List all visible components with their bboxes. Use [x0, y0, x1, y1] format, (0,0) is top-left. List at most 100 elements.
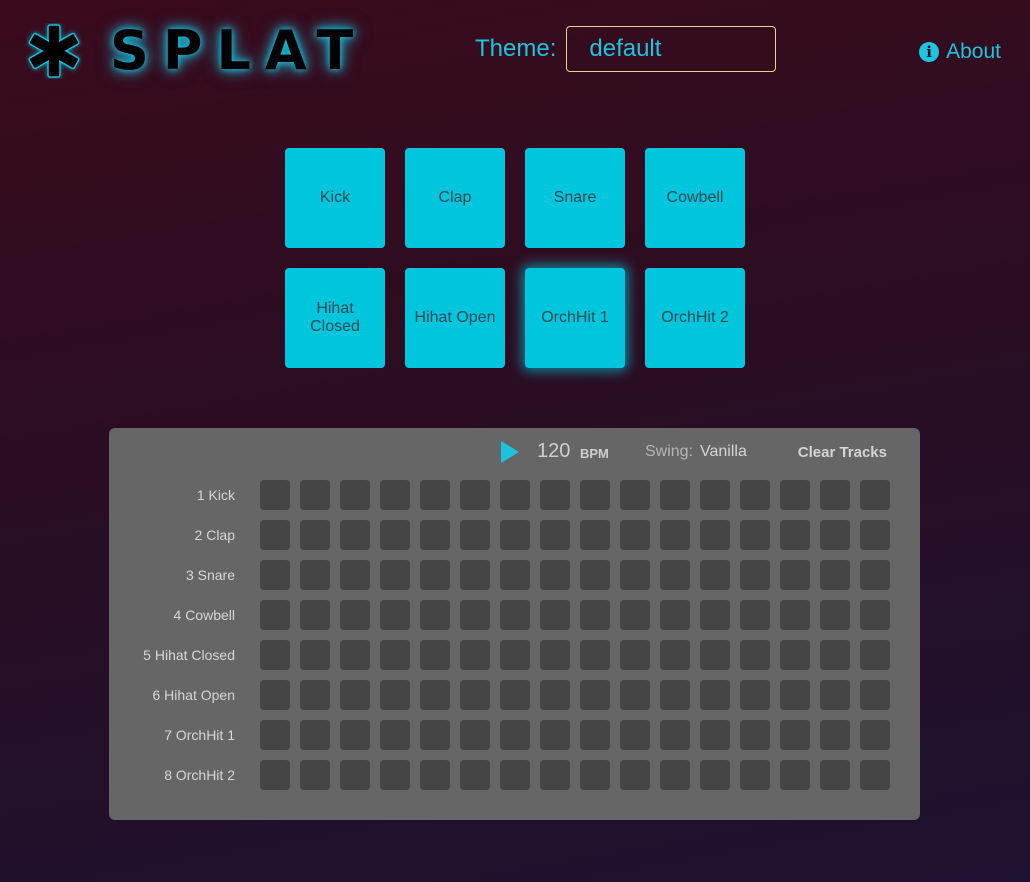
step-button[interactable]	[860, 600, 890, 630]
step-button[interactable]	[340, 480, 370, 510]
step-button[interactable]	[460, 680, 490, 710]
step-button[interactable]	[740, 680, 770, 710]
step-button[interactable]	[300, 640, 330, 670]
step-button[interactable]	[860, 640, 890, 670]
step-button[interactable]	[300, 480, 330, 510]
step-button[interactable]	[260, 760, 290, 790]
step-button[interactable]	[620, 640, 650, 670]
step-button[interactable]	[540, 760, 570, 790]
pad-7[interactable]: OrchHit 1	[525, 268, 625, 368]
step-button[interactable]	[420, 720, 450, 750]
step-button[interactable]	[540, 600, 570, 630]
step-button[interactable]	[340, 720, 370, 750]
step-button[interactable]	[740, 560, 770, 590]
step-button[interactable]	[420, 760, 450, 790]
step-button[interactable]	[660, 760, 690, 790]
theme-select[interactable]: default	[566, 26, 777, 72]
step-button[interactable]	[380, 520, 410, 550]
step-button[interactable]	[460, 560, 490, 590]
play-icon[interactable]	[501, 441, 519, 463]
step-button[interactable]	[340, 640, 370, 670]
step-button[interactable]	[660, 480, 690, 510]
step-button[interactable]	[860, 480, 890, 510]
step-button[interactable]	[460, 480, 490, 510]
step-button[interactable]	[780, 640, 810, 670]
step-button[interactable]	[380, 560, 410, 590]
step-button[interactable]	[460, 640, 490, 670]
step-button[interactable]	[580, 760, 610, 790]
step-button[interactable]	[460, 600, 490, 630]
step-button[interactable]	[580, 680, 610, 710]
step-button[interactable]	[820, 640, 850, 670]
step-button[interactable]	[700, 760, 730, 790]
step-button[interactable]	[420, 680, 450, 710]
step-button[interactable]	[300, 600, 330, 630]
step-button[interactable]	[700, 680, 730, 710]
step-button[interactable]	[660, 560, 690, 590]
step-button[interactable]	[700, 640, 730, 670]
step-button[interactable]	[820, 720, 850, 750]
step-button[interactable]	[580, 720, 610, 750]
step-button[interactable]	[540, 480, 570, 510]
step-button[interactable]	[420, 520, 450, 550]
step-button[interactable]	[660, 680, 690, 710]
step-button[interactable]	[620, 600, 650, 630]
pad-5[interactable]: Hihat Closed	[285, 268, 385, 368]
step-button[interactable]	[500, 720, 530, 750]
step-button[interactable]	[820, 760, 850, 790]
step-button[interactable]	[780, 720, 810, 750]
step-button[interactable]	[380, 480, 410, 510]
step-button[interactable]	[700, 520, 730, 550]
step-button[interactable]	[700, 560, 730, 590]
step-button[interactable]	[420, 640, 450, 670]
step-button[interactable]	[260, 560, 290, 590]
step-button[interactable]	[500, 560, 530, 590]
step-button[interactable]	[300, 760, 330, 790]
step-button[interactable]	[740, 640, 770, 670]
step-button[interactable]	[740, 600, 770, 630]
step-button[interactable]	[260, 640, 290, 670]
step-button[interactable]	[420, 600, 450, 630]
step-button[interactable]	[260, 720, 290, 750]
step-button[interactable]	[500, 760, 530, 790]
step-button[interactable]	[420, 560, 450, 590]
step-button[interactable]	[260, 680, 290, 710]
step-button[interactable]	[380, 640, 410, 670]
pad-3[interactable]: Snare	[525, 148, 625, 248]
step-button[interactable]	[860, 520, 890, 550]
step-button[interactable]	[620, 480, 650, 510]
step-button[interactable]	[340, 680, 370, 710]
step-button[interactable]	[820, 680, 850, 710]
step-button[interactable]	[580, 640, 610, 670]
step-button[interactable]	[740, 720, 770, 750]
step-button[interactable]	[540, 680, 570, 710]
step-button[interactable]	[500, 640, 530, 670]
step-button[interactable]	[740, 520, 770, 550]
step-button[interactable]	[780, 520, 810, 550]
step-button[interactable]	[260, 480, 290, 510]
step-button[interactable]	[580, 560, 610, 590]
pad-2[interactable]: Clap	[405, 148, 505, 248]
step-button[interactable]	[460, 760, 490, 790]
step-button[interactable]	[460, 520, 490, 550]
step-button[interactable]	[660, 640, 690, 670]
step-button[interactable]	[540, 560, 570, 590]
step-button[interactable]	[340, 560, 370, 590]
step-button[interactable]	[740, 760, 770, 790]
step-button[interactable]	[380, 680, 410, 710]
step-button[interactable]	[340, 600, 370, 630]
step-button[interactable]	[540, 720, 570, 750]
step-button[interactable]	[580, 520, 610, 550]
step-button[interactable]	[700, 720, 730, 750]
step-button[interactable]	[260, 520, 290, 550]
pad-8[interactable]: OrchHit 2	[645, 268, 745, 368]
step-button[interactable]	[740, 480, 770, 510]
step-button[interactable]	[420, 480, 450, 510]
step-button[interactable]	[500, 480, 530, 510]
step-button[interactable]	[380, 600, 410, 630]
step-button[interactable]	[300, 680, 330, 710]
step-button[interactable]	[580, 600, 610, 630]
step-button[interactable]	[660, 600, 690, 630]
step-button[interactable]	[660, 720, 690, 750]
step-button[interactable]	[500, 600, 530, 630]
